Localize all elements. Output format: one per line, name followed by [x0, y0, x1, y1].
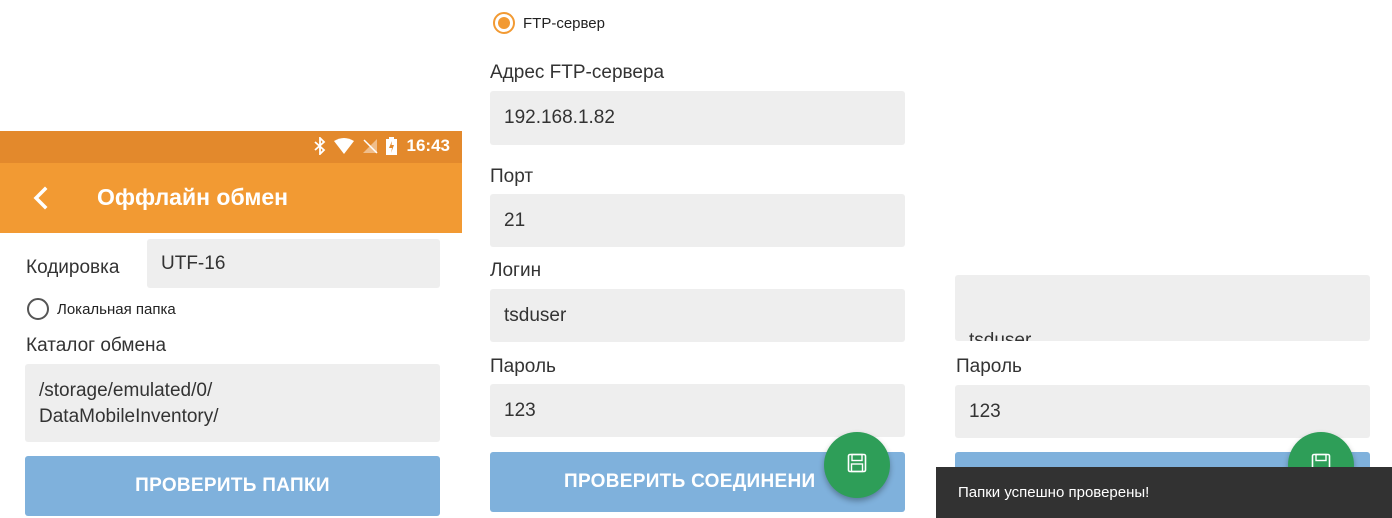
- check-folders-button[interactable]: ПРОВЕРИТЬ ПАПКИ: [25, 456, 440, 516]
- save-fab[interactable]: [824, 432, 890, 498]
- encoding-label: Кодировка: [26, 257, 120, 278]
- wifi-icon: [333, 138, 354, 154]
- no-signal-icon: [362, 138, 378, 154]
- password-input[interactable]: 123: [955, 385, 1370, 438]
- ftp-server-label: FTP-сервер: [523, 15, 605, 32]
- local-folder-label: Локальная папка: [57, 301, 176, 318]
- folders-checked-screen: tsduser Пароль 123 Папки успешно провере…: [936, 0, 1392, 518]
- ftp-address-input[interactable]: 192.168.1.82: [490, 91, 905, 145]
- ftp-server-radio[interactable]: [493, 12, 515, 34]
- login-label: Логин: [490, 260, 542, 281]
- chevron-left-icon[interactable]: [26, 183, 56, 213]
- status-bar: 16:43: [0, 131, 462, 163]
- local-folder-radio[interactable]: [27, 298, 49, 320]
- ftp-address-value: 192.168.1.82: [504, 107, 615, 128]
- encoding-select[interactable]: UTF-16: [147, 239, 440, 288]
- status-time: 16:43: [406, 136, 450, 155]
- status-icons: 16:43: [313, 136, 450, 156]
- password-input[interactable]: 123: [490, 384, 905, 437]
- offline-exchange-screen: 16:43 Оффлайн обмен Кодировка UTF-16 Лок…: [0, 0, 462, 518]
- password-label: Пароль: [490, 356, 556, 377]
- catalog-label: Каталог обмена: [26, 335, 167, 356]
- floppy-disk-icon: [847, 453, 867, 478]
- login-value: tsduser: [504, 304, 567, 326]
- login-input[interactable]: tsduser: [490, 289, 905, 342]
- password-value: 123: [504, 399, 536, 421]
- catalog-path-line-2: DataMobileInventory/: [39, 406, 219, 427]
- catalog-path-line-1: /storage/emulated/0/: [39, 380, 213, 401]
- snackbar: Папки успешно проверены!: [936, 467, 1392, 518]
- bluetooth-icon: [313, 137, 326, 155]
- password-value: 123: [969, 400, 1001, 422]
- app-bar: Оффлайн обмен: [0, 163, 462, 233]
- login-value-partial: tsduser: [969, 330, 1032, 341]
- login-input[interactable]: tsduser: [955, 275, 1370, 341]
- port-value: 21: [504, 209, 526, 231]
- ftp-address-label: Адрес FTP-сервера: [490, 62, 665, 83]
- snackbar-text: Папки успешно проверены!: [958, 484, 1150, 501]
- ftp-settings-screen: FTP-сервер Адрес FTP-сервера 192.168.1.8…: [476, 0, 928, 518]
- catalog-field[interactable]: /storage/emulated/0/ DataMobileInventory…: [25, 364, 440, 442]
- page-title: Оффлайн обмен: [97, 184, 289, 210]
- port-input[interactable]: 21: [490, 194, 905, 247]
- encoding-value: UTF-16: [161, 252, 226, 274]
- password-label: Пароль: [956, 356, 1022, 377]
- battery-charging-icon: [385, 137, 397, 155]
- port-label: Порт: [490, 166, 534, 187]
